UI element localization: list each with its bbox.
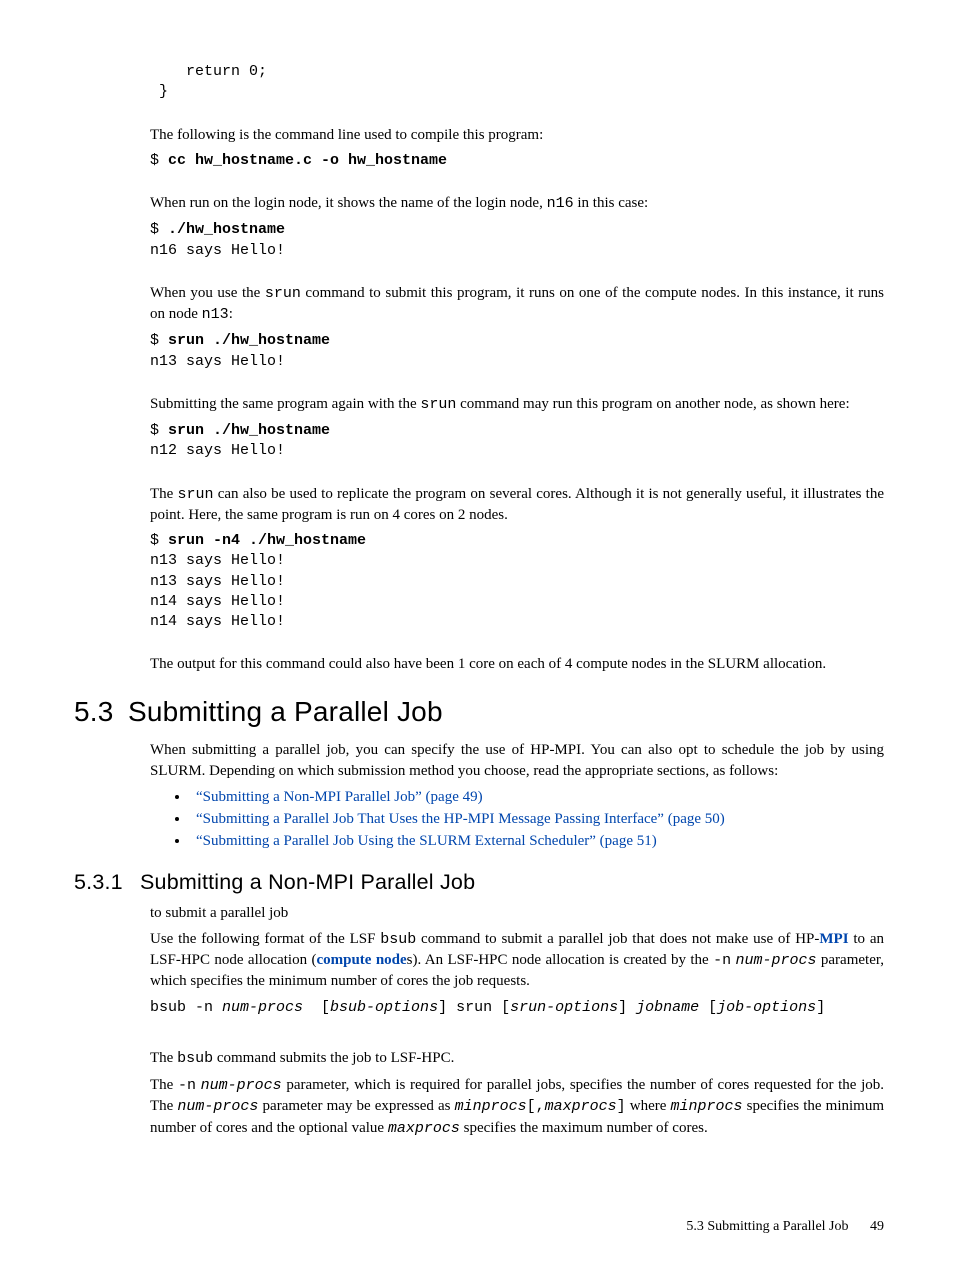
para-to-submit: to submit a parallel job [150,903,884,923]
para-srun-again: Submitting the same program again with t… [150,394,884,415]
para-srun-replicate: The srun can also be used to replicate t… [150,484,884,526]
code-srun-1: $ srun ./hw_hostname n13 says Hello! [150,331,884,372]
footer-section: 5.3 Submitting a Parallel Job [686,1219,848,1234]
footer-page-number: 49 [870,1219,884,1234]
link-slurm[interactable]: “Submitting a Parallel Job Using the SLU… [196,833,657,849]
para-bsub-submits: The bsub command submits the job to LSF-… [150,1048,884,1069]
code-srun-n4: $ srun -n4 ./hw_hostname n13 says Hello!… [150,531,884,632]
section-heading-5-3: 5.3Submitting a Parallel Job [74,693,884,731]
para-parallel-intro: When submitting a parallel job, you can … [150,740,884,781]
code-snippet-return: return 0; } [150,62,884,103]
para-bsub-format: Use the following format of the LSF bsub… [150,929,884,992]
link-glossary-compute-node[interactable]: compute node [316,952,406,968]
para-compile-intro: The following is the command line used t… [150,125,884,145]
code-run-local: $ ./hw_hostname n16 says Hello! [150,220,884,261]
page-footer: 5.3 Submitting a Parallel Job 49 [686,1218,884,1237]
list-item: “Submitting a Parallel Job Using the SLU… [190,831,884,851]
code-compile: $ cc hw_hostname.c -o hw_hostname [150,151,884,171]
list-item: “Submitting a Parallel Job That Uses the… [190,809,884,829]
para-output-note: The output for this command could also h… [150,654,884,674]
toc-list: “Submitting a Non-MPI Parallel Job” (pag… [150,787,884,852]
link-glossary-mpi[interactable]: MPI [819,931,848,947]
para-n-param: The -n num-procs parameter, which is req… [150,1075,884,1139]
code-bsub-synopsis: bsub -n num-procs [bsub-options] srun [s… [150,998,884,1018]
subsection-heading-5-3-1: 5.3.1Submitting a Non-MPI Parallel Job [74,868,884,897]
link-non-mpi[interactable]: “Submitting a Non-MPI Parallel Job” (pag… [196,789,483,805]
list-item: “Submitting a Non-MPI Parallel Job” (pag… [190,787,884,807]
para-login-node: When run on the login node, it shows the… [150,193,884,214]
para-srun-submit: When you use the srun command to submit … [150,283,884,326]
code-srun-2: $ srun ./hw_hostname n12 says Hello! [150,421,884,462]
link-hp-mpi[interactable]: “Submitting a Parallel Job That Uses the… [196,811,725,827]
